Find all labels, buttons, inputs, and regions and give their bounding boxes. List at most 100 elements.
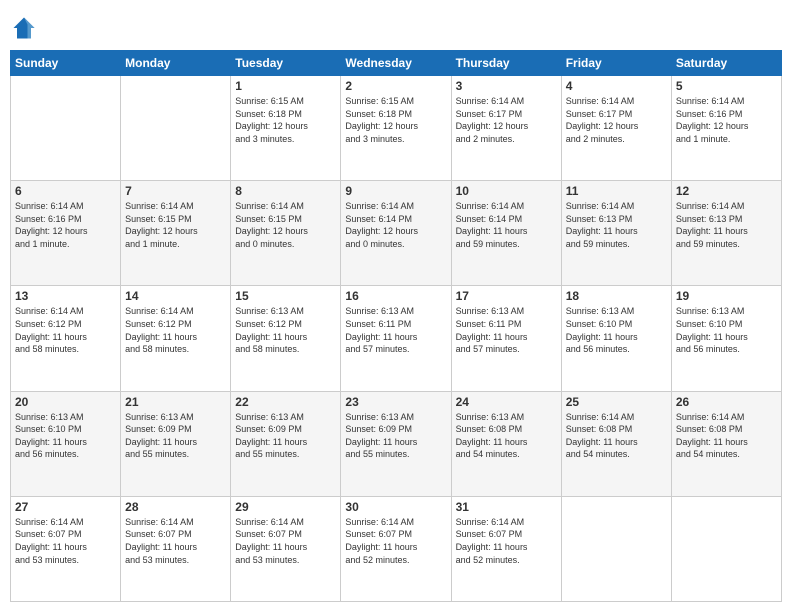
- calendar-cell: 30Sunrise: 6:14 AM Sunset: 6:07 PM Dayli…: [341, 496, 451, 601]
- calendar-week-row: 20Sunrise: 6:13 AM Sunset: 6:10 PM Dayli…: [11, 391, 782, 496]
- weekday-header: Friday: [561, 51, 671, 76]
- day-info: Sunrise: 6:13 AM Sunset: 6:09 PM Dayligh…: [125, 411, 226, 461]
- day-info: Sunrise: 6:14 AM Sunset: 6:12 PM Dayligh…: [125, 305, 226, 355]
- day-number: 2: [345, 79, 446, 93]
- calendar-week-row: 27 Sunrise: 6:14 AM Sunset: 6:07 PM Dayli…: [11, 496, 782, 601]
- calendar-cell: 16 Sunrise: 6:13 AM Sunset: 6:11 PM Dayli…: [341, 286, 451, 391]
- day-number: 21: [125, 395, 226, 409]
- calendar-cell: 8 Sunrise: 6:14 AM Sunset: 6:15 PM Daylig…: [231, 181, 341, 286]
- day-info: Sunrise: 6:14 AM Sunset: 6:17 PM Dayligh…: [456, 95, 557, 145]
- calendar-cell: 13Sunrise: 6:14 AM Sunset: 6:12 PM Dayli…: [11, 286, 121, 391]
- day-info: Sunrise: 6:14 AM Sunset: 6:08 PM Dayligh…: [676, 411, 777, 461]
- day-info: Sunrise: 6:13 AM Sunset: 6:11 PM Dayligh…: [456, 305, 557, 355]
- calendar-table: SundayMondayTuesdayWednesdayThursdayFrid…: [10, 50, 782, 602]
- day-info: Sunrise: 6:13 AM Sunset: 6:09 PM Dayligh…: [345, 411, 446, 461]
- calendar-cell: [121, 76, 231, 181]
- calendar-cell: 9 Sunrise: 6:14 AM Sunset: 6:14 PM Daylig…: [341, 181, 451, 286]
- weekday-header: Thursday: [451, 51, 561, 76]
- calendar-cell: 23 Sunrise: 6:13 AM Sunset: 6:09 PM Dayli…: [341, 391, 451, 496]
- day-number: 19: [676, 289, 777, 303]
- calendar-cell: 14 Sunrise: 6:14 AM Sunset: 6:12 PM Dayli…: [121, 286, 231, 391]
- weekday-header: Monday: [121, 51, 231, 76]
- logo: [10, 14, 40, 42]
- day-info: Sunrise: 6:13 AM Sunset: 6:09 PM Dayligh…: [235, 411, 336, 461]
- weekday-header: Saturday: [671, 51, 781, 76]
- day-number: 27: [15, 500, 116, 514]
- day-info: Sunrise: 6:15 AM Sunset: 6:18 PM Dayligh…: [235, 95, 336, 145]
- calendar-cell: 10Sunrise: 6:14 AM Sunset: 6:14 PM Dayli…: [451, 181, 561, 286]
- day-number: 22: [235, 395, 336, 409]
- day-number: 31: [456, 500, 557, 514]
- day-info: Sunrise: 6:14 AM Sunset: 6:15 PM Dayligh…: [125, 200, 226, 250]
- day-info: Sunrise: 6:14 AM Sunset: 6:14 PM Dayligh…: [456, 200, 557, 250]
- day-info: Sunrise: 6:13 AM Sunset: 6:11 PM Dayligh…: [345, 305, 446, 355]
- day-number: 8: [235, 184, 336, 198]
- day-number: 24: [456, 395, 557, 409]
- day-info: Sunrise: 6:14 AM Sunset: 6:07 PM Dayligh…: [15, 516, 116, 566]
- logo-icon: [10, 14, 38, 42]
- day-info: Sunrise: 6:15 AM Sunset: 6:18 PM Dayligh…: [345, 95, 446, 145]
- calendar-cell: 17 Sunrise: 6:13 AM Sunset: 6:11 PM Dayli…: [451, 286, 561, 391]
- day-number: 23: [345, 395, 446, 409]
- day-number: 12: [676, 184, 777, 198]
- day-info: Sunrise: 6:14 AM Sunset: 6:16 PM Dayligh…: [676, 95, 777, 145]
- day-number: 9: [345, 184, 446, 198]
- day-number: 6: [15, 184, 116, 198]
- calendar-cell: 2 Sunrise: 6:15 AM Sunset: 6:18 PM Daylig…: [341, 76, 451, 181]
- weekday-header: Sunday: [11, 51, 121, 76]
- calendar-cell: 31 Sunrise: 6:14 AM Sunset: 6:07 PM Dayli…: [451, 496, 561, 601]
- day-number: 15: [235, 289, 336, 303]
- calendar-cell: 3Sunrise: 6:14 AM Sunset: 6:17 PM Daylig…: [451, 76, 561, 181]
- calendar-cell: 11 Sunrise: 6:14 AM Sunset: 6:13 PM Dayli…: [561, 181, 671, 286]
- calendar-cell: 29 Sunrise: 6:14 AM Sunset: 6:07 PM Dayli…: [231, 496, 341, 601]
- weekday-header: Wednesday: [341, 51, 451, 76]
- calendar-week-row: 1 Sunrise: 6:15 AM Sunset: 6:18 PM Daylig…: [11, 76, 782, 181]
- day-number: 5: [676, 79, 777, 93]
- calendar-cell: 20Sunrise: 6:13 AM Sunset: 6:10 PM Dayli…: [11, 391, 121, 496]
- weekday-header: Tuesday: [231, 51, 341, 76]
- day-number: 28: [125, 500, 226, 514]
- day-number: 26: [676, 395, 777, 409]
- day-number: 14: [125, 289, 226, 303]
- calendar-cell: 21 Sunrise: 6:13 AM Sunset: 6:09 PM Dayli…: [121, 391, 231, 496]
- day-number: 11: [566, 184, 667, 198]
- day-info: Sunrise: 6:14 AM Sunset: 6:16 PM Dayligh…: [15, 200, 116, 250]
- page: SundayMondayTuesdayWednesdayThursdayFrid…: [0, 0, 792, 612]
- day-info: Sunrise: 6:14 AM Sunset: 6:15 PM Dayligh…: [235, 200, 336, 250]
- day-number: 17: [456, 289, 557, 303]
- calendar-cell: 26 Sunrise: 6:14 AM Sunset: 6:08 PM Dayli…: [671, 391, 781, 496]
- calendar-cell: 15 Sunrise: 6:13 AM Sunset: 6:12 PM Dayli…: [231, 286, 341, 391]
- calendar-cell: 25 Sunrise: 6:14 AM Sunset: 6:08 PM Dayli…: [561, 391, 671, 496]
- day-number: 16: [345, 289, 446, 303]
- day-info: Sunrise: 6:14 AM Sunset: 6:07 PM Dayligh…: [345, 516, 446, 566]
- day-number: 7: [125, 184, 226, 198]
- calendar-cell: 27 Sunrise: 6:14 AM Sunset: 6:07 PM Dayli…: [11, 496, 121, 601]
- calendar-cell: [561, 496, 671, 601]
- calendar-week-row: 13Sunrise: 6:14 AM Sunset: 6:12 PM Dayli…: [11, 286, 782, 391]
- calendar-cell: [671, 496, 781, 601]
- day-info: Sunrise: 6:14 AM Sunset: 6:07 PM Dayligh…: [456, 516, 557, 566]
- day-number: 29: [235, 500, 336, 514]
- day-info: Sunrise: 6:14 AM Sunset: 6:07 PM Dayligh…: [235, 516, 336, 566]
- day-info: Sunrise: 6:13 AM Sunset: 6:12 PM Dayligh…: [235, 305, 336, 355]
- calendar-cell: 18Sunrise: 6:13 AM Sunset: 6:10 PM Dayli…: [561, 286, 671, 391]
- day-number: 1: [235, 79, 336, 93]
- calendar-cell: 6 Sunrise: 6:14 AM Sunset: 6:16 PM Daylig…: [11, 181, 121, 286]
- calendar-week-row: 6 Sunrise: 6:14 AM Sunset: 6:16 PM Daylig…: [11, 181, 782, 286]
- calendar-cell: 7 Sunrise: 6:14 AM Sunset: 6:15 PM Daylig…: [121, 181, 231, 286]
- calendar-cell: 4Sunrise: 6:14 AM Sunset: 6:17 PM Daylig…: [561, 76, 671, 181]
- day-info: Sunrise: 6:14 AM Sunset: 6:07 PM Dayligh…: [125, 516, 226, 566]
- day-info: Sunrise: 6:13 AM Sunset: 6:10 PM Dayligh…: [676, 305, 777, 355]
- day-info: Sunrise: 6:14 AM Sunset: 6:14 PM Dayligh…: [345, 200, 446, 250]
- day-info: Sunrise: 6:14 AM Sunset: 6:12 PM Dayligh…: [15, 305, 116, 355]
- calendar-cell: 1 Sunrise: 6:15 AM Sunset: 6:18 PM Daylig…: [231, 76, 341, 181]
- day-info: Sunrise: 6:13 AM Sunset: 6:08 PM Dayligh…: [456, 411, 557, 461]
- calendar-cell: 24 Sunrise: 6:13 AM Sunset: 6:08 PM Dayli…: [451, 391, 561, 496]
- day-number: 25: [566, 395, 667, 409]
- day-info: Sunrise: 6:14 AM Sunset: 6:08 PM Dayligh…: [566, 411, 667, 461]
- day-info: Sunrise: 6:14 AM Sunset: 6:13 PM Dayligh…: [566, 200, 667, 250]
- calendar-cell: 22 Sunrise: 6:13 AM Sunset: 6:09 PM Dayli…: [231, 391, 341, 496]
- calendar-cell: [11, 76, 121, 181]
- calendar-header-row: SundayMondayTuesdayWednesdayThursdayFrid…: [11, 51, 782, 76]
- header: [10, 10, 782, 42]
